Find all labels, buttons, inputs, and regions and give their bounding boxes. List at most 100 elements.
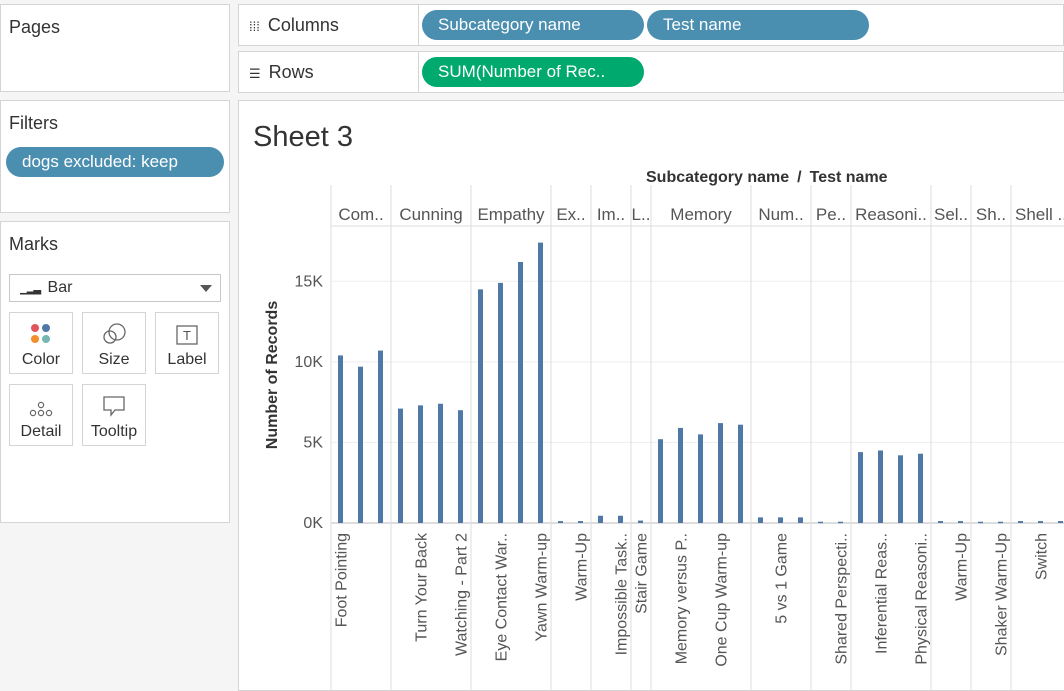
group-label: Sel.. (934, 205, 968, 224)
bar (418, 405, 423, 523)
group-label: Pe.. (816, 205, 846, 224)
bar (578, 521, 583, 523)
size-icon (83, 313, 145, 345)
detail-icon (10, 385, 72, 417)
group-label: Cunning (399, 205, 462, 224)
label-button[interactable]: T Label (155, 312, 219, 374)
x-tick-label: Warm-Up (574, 533, 591, 601)
tableau-workspace: Pages Filters dogs excluded: keep Marks … (0, 0, 1064, 691)
group-label: Shell .. (1015, 205, 1064, 224)
column-pill-test-name[interactable]: Test name (647, 10, 869, 40)
x-tick-label: Foot Pointing (334, 533, 351, 627)
x-tick-label: 5 vs 1 Game (774, 533, 791, 624)
svg-text:T: T (183, 328, 191, 343)
color-button[interactable]: Color (9, 312, 73, 374)
group-label: Com.. (338, 205, 383, 224)
x-tick-label: Stair Game (634, 533, 651, 614)
x-tick-label: Physical Reasoni.. (914, 533, 931, 665)
group-label: Ex.. (556, 205, 585, 224)
bar (878, 450, 883, 523)
x-tick-label: Memory versus P.. (674, 533, 691, 664)
x-tick-label: Shared Perspecti.. (834, 533, 851, 665)
bar-chart: 0K 5K 10K 15K Number of Records Subcategory n… (264, 169, 1064, 691)
color-label: Color (21, 351, 61, 368)
column-header-part: Subcategory name (646, 169, 789, 186)
row-pill-sum-number-of-records[interactable]: SUM(Number of Rec.. (422, 57, 644, 87)
group-label: Num.. (758, 205, 803, 224)
y-tick-label: 0K (303, 515, 323, 532)
mark-type-value: Bar (47, 279, 73, 296)
bar (658, 439, 663, 523)
bar (718, 423, 723, 523)
color-icon (10, 313, 72, 345)
bar (518, 261, 523, 523)
bar (438, 403, 443, 523)
group-label: Sh.. (976, 205, 1006, 224)
marks-panel: Marks ▁▂▃ Bar Color Size T Label Detail … (0, 221, 230, 523)
bar (898, 455, 903, 523)
filters-panel[interactable]: Filters dogs excluded: keep (0, 100, 230, 213)
bar (618, 515, 623, 523)
bar (358, 366, 363, 523)
detail-button[interactable]: Detail (9, 384, 73, 446)
bar (858, 452, 863, 523)
bar (458, 410, 463, 523)
rows-shelf[interactable]: ☰ Rows SUM(Number of Rec.. (238, 51, 1064, 93)
x-tick-label: One Cup Warm-up (714, 533, 731, 667)
y-tick-label: 15K (295, 273, 324, 290)
bar (798, 517, 803, 523)
bar (958, 521, 963, 523)
bar (938, 521, 943, 523)
size-label: Size (98, 351, 130, 368)
rows-shelf-label: ☰ Rows (239, 52, 419, 92)
detail-label: Detail (20, 423, 62, 440)
x-tick-label: Impossible Task.. (614, 533, 631, 655)
x-tick-label: Inferential Reas.. (874, 533, 891, 654)
bar (698, 434, 703, 523)
x-tick-label: Yawn Warm-up (534, 533, 551, 642)
bar (1018, 521, 1023, 523)
size-button[interactable]: Size (82, 312, 146, 374)
column-header-part: / (797, 169, 802, 186)
column-pill-subcategory-name[interactable]: Subcategory name (422, 10, 644, 40)
columns-shelf[interactable]: ⁞⁞⁞ Columns Subcategory name Test name (238, 4, 1064, 46)
tooltip-label: Tooltip (90, 423, 138, 440)
bar (498, 282, 503, 523)
group-label: Empathy (477, 205, 545, 224)
bar (398, 408, 403, 523)
bar-chart-icon: ▁▂▃ (20, 284, 41, 295)
filters-title: Filters (9, 113, 58, 133)
bar (998, 521, 1003, 524)
bar (778, 517, 783, 523)
bar (638, 520, 643, 523)
bar (918, 453, 923, 523)
bar (838, 521, 843, 524)
bar (338, 355, 343, 523)
columns-shelf-label: ⁞⁞⁞ Columns (239, 5, 419, 45)
bar (1058, 521, 1063, 523)
x-tick-label: Turn Your Back (414, 532, 431, 642)
column-header-part: Test name (810, 169, 888, 186)
rows-label-text: Rows (268, 62, 314, 82)
chevron-down-icon (200, 285, 212, 292)
viz-area: Sheet 3 0K 5K 10K 15K Number of Records Subca… (238, 100, 1064, 691)
columns-label-text: Columns (267, 15, 339, 35)
bar (558, 521, 563, 523)
y-axis-label: Number of Records (264, 301, 281, 450)
pages-panel[interactable]: Pages (0, 4, 230, 92)
x-tick-label: Shaker Warm-Up (994, 533, 1011, 656)
label-icon: T (156, 313, 218, 345)
bar (978, 521, 983, 524)
tooltip-icon (83, 385, 145, 417)
bar (758, 517, 763, 523)
mark-type-dropdown[interactable]: ▁▂▃ Bar (9, 274, 221, 302)
group-label: L.. (632, 205, 651, 224)
bar (818, 521, 823, 524)
filter-pill-dogs-excluded[interactable]: dogs excluded: keep (6, 147, 224, 177)
x-tick-label: Eye Contact War.. (494, 533, 511, 661)
tooltip-button[interactable]: Tooltip (82, 384, 146, 446)
x-tick-label: Warm-Up (954, 533, 971, 601)
column-header-title: Subcategory name / Test name (646, 169, 888, 186)
group-label: Im.. (597, 205, 625, 224)
pages-title: Pages (9, 17, 61, 37)
